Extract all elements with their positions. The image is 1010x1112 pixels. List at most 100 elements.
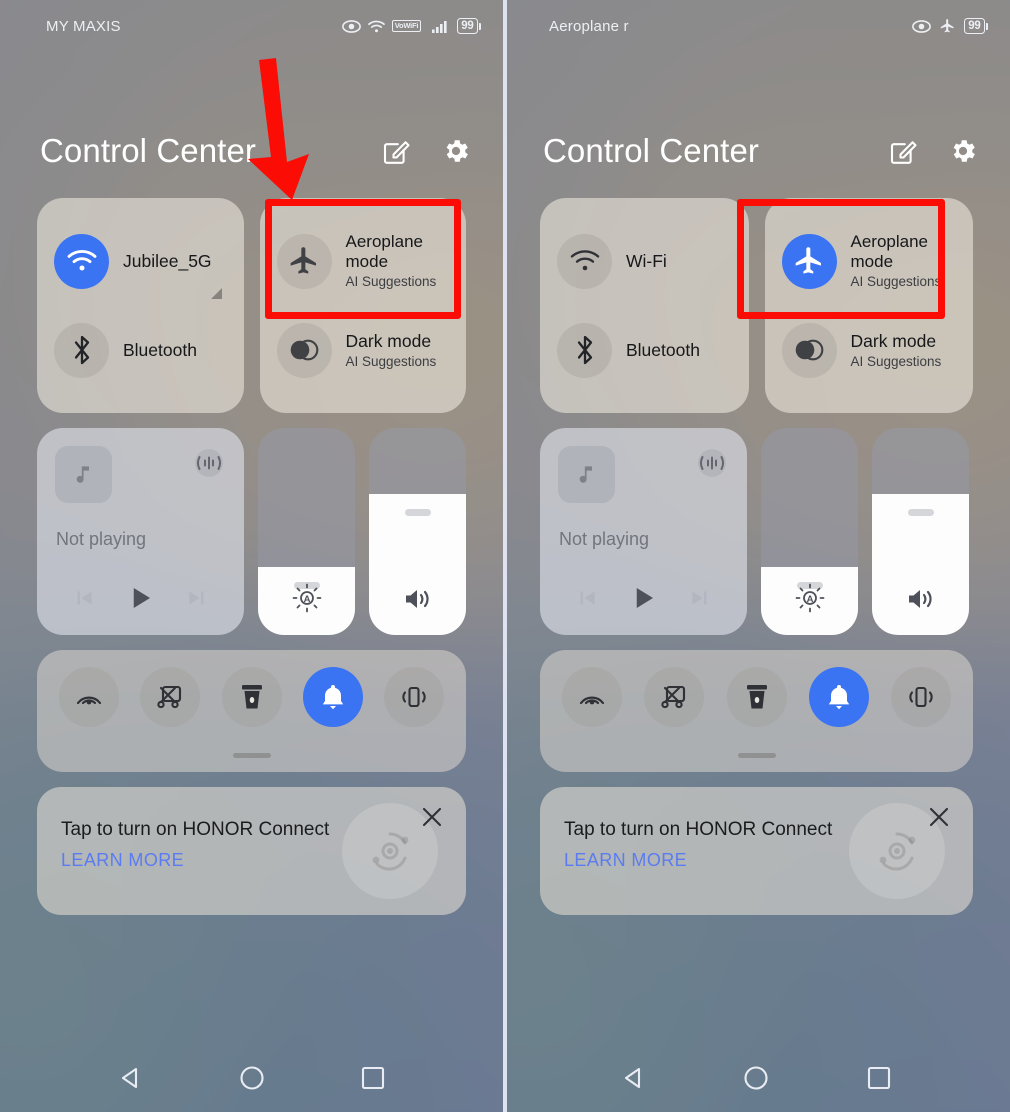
brightness-slider[interactable]: A	[258, 428, 355, 635]
gear-icon[interactable]	[948, 136, 978, 166]
vibrate-icon[interactable]	[891, 667, 951, 727]
volume-slider[interactable]	[369, 428, 466, 635]
panel-divider	[503, 0, 507, 1112]
toggle-sublabel: AI Suggestions	[345, 274, 437, 289]
page-title: Control Center	[543, 132, 759, 169]
bell-icon[interactable]	[302, 667, 363, 727]
toggle-label: Bluetooth	[626, 339, 700, 360]
volume-slider[interactable]	[872, 428, 969, 635]
close-icon[interactable]	[420, 805, 444, 834]
media-and-sliders-row: Not playing A	[37, 428, 466, 635]
wifi-icon	[367, 20, 385, 33]
home-button[interactable]	[741, 1063, 771, 1093]
dark-mode-icon[interactable]	[276, 322, 332, 378]
previous-button[interactable]	[573, 585, 599, 611]
media-player-card[interactable]: Not playing	[540, 428, 747, 635]
bell-icon[interactable]	[808, 667, 869, 727]
audio-output-icon[interactable]	[192, 446, 226, 485]
battery-cap	[479, 22, 481, 30]
flashlight-icon[interactable]	[221, 667, 282, 727]
toggle-text: Aeroplane mode AI Suggestions	[851, 232, 957, 290]
toggle-label: Bluetooth	[123, 339, 197, 360]
toggle-bluetooth[interactable]: Bluetooth	[540, 306, 749, 394]
honor-connect-banner[interactable]: Tap to turn on HONOR Connect LEARN MORE	[540, 787, 973, 915]
recents-button[interactable]	[864, 1063, 894, 1093]
airplane-icon[interactable]	[276, 233, 332, 289]
gear-icon[interactable]	[441, 136, 471, 166]
volume-grip[interactable]	[404, 509, 431, 517]
wifi-icon[interactable]	[54, 233, 109, 289]
back-button[interactable]	[619, 1063, 649, 1093]
battery-cap	[986, 22, 988, 30]
connectivity-card: Jubilee_5G Bluetooth	[37, 198, 244, 413]
toggle-sublabel: AI Suggestions	[850, 274, 942, 289]
toggle-sublabel: AI Suggestions	[850, 353, 942, 369]
suggestions-card: Aeroplane mode AI Suggestions Dark mode …	[764, 198, 974, 413]
toggle-text: Jubilee_5G	[123, 251, 212, 272]
toggle-text: Wi-Fi	[626, 251, 667, 272]
back-button[interactable]	[116, 1063, 146, 1093]
album-art-placeholder	[55, 446, 112, 503]
carrier-label: Aeroplane r	[549, 17, 629, 35]
edit-icon[interactable]	[381, 136, 411, 166]
eye-icon	[912, 19, 932, 33]
drag-handle[interactable]	[737, 753, 776, 758]
drag-handle[interactable]	[232, 753, 271, 758]
recents-button[interactable]	[358, 1063, 388, 1093]
toggle-bluetooth[interactable]: Bluetooth	[37, 306, 244, 394]
bluetooth-icon[interactable]	[54, 322, 109, 378]
dark-mode-icon[interactable]	[781, 322, 837, 378]
toggle-aeroplane-mode[interactable]: Aeroplane mode AI Suggestions	[260, 217, 467, 305]
album-art-placeholder	[558, 446, 615, 503]
suggestions-card: Aeroplane mode AI Suggestions Dark mode …	[259, 198, 467, 413]
volume-icon	[905, 585, 937, 613]
quick-actions-row	[37, 667, 466, 727]
expand-arrow-icon[interactable]	[210, 288, 222, 299]
toggle-dark-mode[interactable]: Dark mode AI Suggestions	[765, 306, 974, 394]
next-button[interactable]	[185, 585, 211, 611]
toggle-wifi[interactable]: Wi-Fi	[540, 217, 749, 305]
screencast-icon[interactable]	[562, 667, 622, 727]
toggle-label: Dark mode	[850, 330, 937, 351]
control-center-header: Control Center	[503, 132, 1010, 170]
toggle-label: Dark mode	[345, 330, 432, 351]
screenshot-scissors-icon[interactable]	[140, 667, 201, 727]
page-title: Control Center	[40, 132, 256, 169]
media-controls	[540, 583, 747, 613]
bluetooth-icon[interactable]	[557, 322, 612, 378]
play-button[interactable]	[628, 583, 658, 613]
media-status-label: Not playing	[559, 529, 650, 549]
quick-actions-row	[540, 667, 973, 727]
next-button[interactable]	[688, 585, 714, 611]
volume-grip[interactable]	[907, 509, 934, 517]
media-player-card[interactable]: Not playing	[37, 428, 244, 635]
screenshot-stage: MY MAXIS VoWiFi 99 Control Center Jubile…	[0, 0, 1010, 1112]
screencast-icon[interactable]	[59, 667, 119, 727]
flashlight-icon[interactable]	[726, 667, 787, 727]
toggle-wifi[interactable]: Jubilee_5G	[37, 217, 244, 305]
airplane-icon[interactable]	[781, 233, 837, 289]
status-icon-group: VoWiFi 99	[341, 18, 481, 34]
wifi-icon[interactable]	[557, 233, 612, 289]
toggle-text: Dark mode AI Suggestions	[346, 331, 437, 370]
toggle-text: Dark mode AI Suggestions	[851, 331, 942, 370]
android-nav-bar	[0, 1044, 503, 1112]
vowifi-badge: VoWiFi	[391, 20, 422, 32]
play-button[interactable]	[125, 583, 155, 613]
brightness-slider[interactable]: A	[761, 428, 858, 635]
status-bar: Aeroplane r 99	[503, 0, 1010, 52]
toggle-text: Bluetooth	[626, 340, 700, 361]
toggle-dark-mode[interactable]: Dark mode AI Suggestions	[260, 306, 467, 394]
close-icon[interactable]	[927, 805, 951, 834]
audio-output-icon[interactable]	[695, 446, 729, 485]
honor-connect-banner[interactable]: Tap to turn on HONOR Connect LEARN MORE	[37, 787, 466, 915]
screenshot-scissors-icon[interactable]	[644, 667, 705, 727]
vibrate-icon[interactable]	[384, 667, 444, 727]
previous-button[interactable]	[70, 585, 96, 611]
home-button[interactable]	[237, 1063, 267, 1093]
edit-icon[interactable]	[888, 136, 918, 166]
battery-level-label: 99	[964, 18, 985, 34]
toggle-aeroplane-mode[interactable]: Aeroplane mode AI Suggestions	[765, 217, 974, 305]
battery-icon: 99	[457, 18, 481, 34]
toggle-cards-row: Jubilee_5G Bluetooth Aeroplane mode AI S…	[37, 198, 466, 413]
